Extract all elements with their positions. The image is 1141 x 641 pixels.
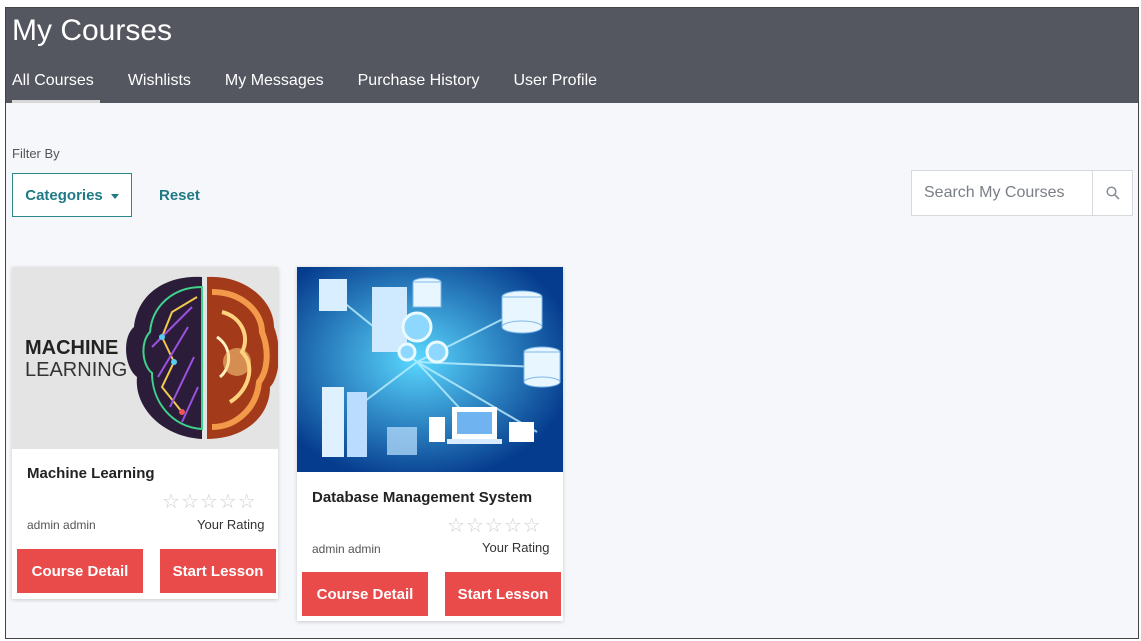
star-icon[interactable]: ☆ bbox=[447, 515, 465, 535]
tab-all-courses[interactable]: All Courses bbox=[6, 72, 100, 103]
tab-wishlists[interactable]: Wishlists bbox=[122, 72, 197, 103]
tab-user-profile[interactable]: User Profile bbox=[507, 72, 603, 103]
tab-my-messages[interactable]: My Messages bbox=[219, 72, 330, 103]
star-icon[interactable]: ☆ bbox=[200, 491, 218, 511]
app-window: My Courses All Courses Wishlists My Mess… bbox=[5, 7, 1139, 639]
course-card: MACHINE LEARNING Machine Learning ☆ ☆ ☆ … bbox=[12, 267, 278, 599]
star-icon[interactable]: ☆ bbox=[181, 491, 199, 511]
your-rating-label: Your Rating bbox=[482, 540, 550, 555]
search-input[interactable] bbox=[912, 171, 1092, 215]
course-detail-button[interactable]: Course Detail bbox=[17, 549, 143, 593]
star-icon[interactable]: ☆ bbox=[523, 515, 541, 535]
thumbnail-text-machine: MACHINE bbox=[25, 337, 119, 359]
course-detail-button[interactable]: Course Detail bbox=[302, 572, 428, 616]
course-title[interactable]: Database Management System bbox=[312, 489, 532, 506]
star-icon[interactable]: ☆ bbox=[485, 515, 503, 535]
start-lesson-button[interactable]: Start Lesson bbox=[160, 549, 276, 593]
filter-label: Filter By bbox=[12, 146, 60, 161]
thumbnail-text-learning: LEARNING bbox=[25, 359, 128, 381]
search-icon bbox=[1105, 186, 1120, 200]
course-author: admin admin bbox=[312, 542, 381, 556]
tab-purchase-history[interactable]: Purchase History bbox=[352, 72, 486, 103]
star-icon[interactable]: ☆ bbox=[219, 491, 237, 511]
star-icon[interactable]: ☆ bbox=[162, 491, 180, 511]
reset-link[interactable]: Reset bbox=[159, 187, 200, 204]
search-box bbox=[911, 170, 1133, 216]
start-lesson-button[interactable]: Start Lesson bbox=[445, 572, 561, 616]
course-title[interactable]: Machine Learning bbox=[27, 465, 155, 482]
course-thumbnail-machine-learning[interactable]: MACHINE LEARNING bbox=[12, 267, 278, 449]
header-bar: My Courses All Courses Wishlists My Mess… bbox=[6, 8, 1138, 103]
rating-stars[interactable]: ☆ ☆ ☆ ☆ ☆ bbox=[162, 491, 256, 511]
database-image bbox=[297, 267, 563, 472]
rating-stars[interactable]: ☆ ☆ ☆ ☆ ☆ bbox=[447, 515, 541, 535]
categories-label: Categories bbox=[25, 186, 103, 204]
your-rating-label: Your Rating bbox=[197, 517, 265, 532]
page-title: My Courses bbox=[12, 14, 173, 47]
caret-down-icon bbox=[110, 193, 119, 199]
star-icon[interactable]: ☆ bbox=[238, 491, 256, 511]
search-button[interactable] bbox=[1092, 171, 1132, 215]
star-icon[interactable]: ☆ bbox=[504, 515, 522, 535]
categories-dropdown[interactable]: Categories bbox=[12, 173, 132, 217]
star-icon[interactable]: ☆ bbox=[466, 515, 484, 535]
course-thumbnail-dbms[interactable] bbox=[297, 267, 563, 472]
tab-bar: All Courses Wishlists My Messages Purcha… bbox=[6, 72, 625, 103]
course-author: admin admin bbox=[27, 518, 96, 532]
course-card: Database Management System ☆ ☆ ☆ ☆ ☆ adm… bbox=[297, 267, 563, 621]
